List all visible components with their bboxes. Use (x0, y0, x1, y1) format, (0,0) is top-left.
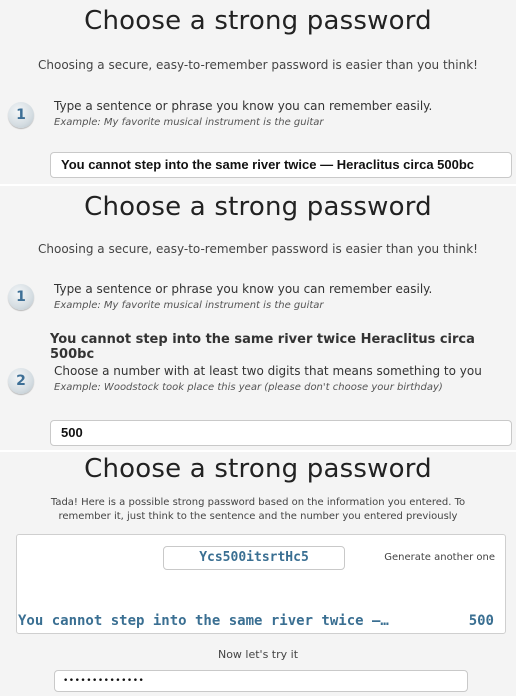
page-subtitle: Choosing a secure, easy-to-remember pass… (38, 242, 478, 256)
result-intro-line-2: remember it, just think to the sentence … (58, 511, 458, 522)
page-title: Choose a strong password (84, 192, 432, 222)
step-1-badge-icon: 1 (8, 102, 34, 128)
page-title: Choose a strong password (84, 6, 432, 36)
entered-sentence-text: You cannot step into the same river twic… (50, 332, 475, 362)
step-2-example: Example: Woodstock took place this year … (54, 382, 443, 393)
page-subtitle: Choosing a secure, easy-to-remember pass… (38, 58, 478, 72)
number-mnemonic: 500 (468, 613, 494, 629)
result-panel: Choose a strong password Tada! Here is a… (0, 452, 516, 696)
step-2-badge-icon: 2 (8, 368, 34, 394)
number-input[interactable]: 500 (50, 420, 512, 446)
generated-password-field[interactable]: Ycs500itsrtHc5 (163, 546, 345, 570)
step-1-example: Example: My favorite musical instrument … (54, 117, 324, 128)
sentence-input[interactable]: You cannot step into the same river twic… (50, 152, 512, 178)
try-it-label: Now let's try it (217, 648, 299, 661)
password-test-input[interactable]: •••••••••••••• (54, 670, 468, 692)
step1-panel: Choose a strong password Choosing a secu… (0, 0, 516, 184)
sentence-mnemonic: You cannot step into the same river twic… (18, 613, 389, 629)
step-2-instruction: Choose a number with at least two digits… (54, 364, 482, 378)
step-1-badge-icon: 1 (8, 284, 34, 310)
result-intro-line-1: Tada! Here is a possible strong password… (50, 497, 466, 508)
step-1-example: Example: My favorite musical instrument … (54, 300, 324, 311)
step-1-instruction: Type a sentence or phrase you know you c… (54, 99, 433, 113)
page-title: Choose a strong password (84, 454, 432, 484)
step2-panel: Choose a strong password Choosing a secu… (0, 186, 516, 450)
generate-another-link[interactable]: Generate another one (384, 552, 495, 563)
step-1-instruction: Type a sentence or phrase you know you c… (54, 282, 433, 296)
